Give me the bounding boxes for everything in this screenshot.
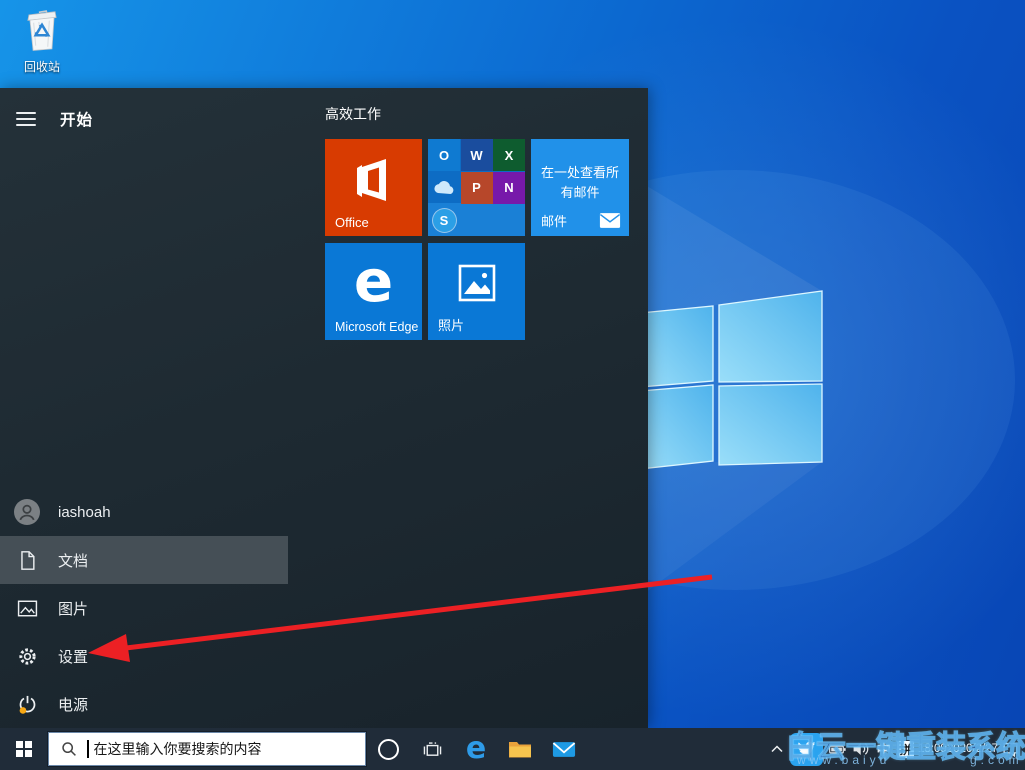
battery-icon — [828, 745, 846, 753]
task-view-icon — [423, 741, 441, 756]
recycle-bin-icon — [27, 10, 57, 51]
tile-photos-label: 照片 — [438, 318, 465, 333]
edge-icon: e — [465, 731, 487, 766]
windows-logo-icon — [16, 741, 32, 757]
start-menu-header: 开始 — [16, 108, 93, 130]
cortana-icon — [377, 738, 399, 760]
sidebar-power-label: 电源 — [58, 696, 89, 714]
outlook-icon: O — [428, 139, 460, 171]
notification-icon — [1003, 742, 1018, 757]
skype-icon: S — [428, 204, 460, 237]
start-menu-title: 开始 — [60, 112, 94, 129]
taskbar: e — [0, 728, 1025, 770]
clock-date: 2020/2/27 — [946, 742, 998, 755]
user-avatar — [14, 499, 40, 525]
screen: 回收站 开始 高效工作 Office O W X P N S 在一处查看所有邮件… — [0, 0, 1025, 770]
gear-icon — [14, 646, 40, 667]
sidebar-item-user[interactable]: iashoah — [0, 488, 288, 536]
action-center-button[interactable] — [1002, 741, 1019, 758]
text-caret — [87, 740, 89, 758]
sidebar-user-label: iashoah — [58, 503, 111, 521]
mail-tile-headline: 在一处查看所有邮件 — [540, 165, 619, 200]
recycle-bin-label: 回收站 — [23, 60, 60, 74]
sidebar-item-settings[interactable]: 设置 — [0, 632, 288, 680]
tile-group-title: 高效工作 — [325, 106, 381, 122]
task-view-button[interactable] — [410, 728, 454, 770]
speaker-icon — [853, 743, 868, 755]
tile-office-apps-folder[interactable]: O W X P N S — [428, 139, 525, 236]
hamburger-menu-icon[interactable] — [16, 112, 36, 126]
sidebar-pictures-label: 图片 — [58, 600, 89, 618]
tile-office[interactable]: Office — [325, 139, 422, 236]
tray-ime-language[interactable]: 中 — [877, 739, 892, 760]
power-icon — [14, 694, 40, 715]
edge-taskbar-button[interactable]: e — [454, 728, 498, 770]
folder-icon — [509, 742, 531, 758]
document-icon — [14, 550, 40, 571]
office-apps-grid: O W X P N S — [428, 139, 525, 236]
office-icon — [357, 159, 386, 201]
chevron-up-icon — [770, 745, 783, 753]
onenote-icon: N — [493, 171, 525, 204]
tile-mail-label: 邮件 — [541, 214, 568, 229]
sidebar-item-pictures[interactable]: 图片 — [0, 584, 288, 632]
start-menu-sidebar: iashoah 文档 图片 设置 电源 — [0, 488, 288, 728]
tray-volume[interactable] — [852, 741, 871, 757]
system-tray: 中 拼 18:09 2020/2/27 — [770, 732, 1025, 766]
sidebar-item-documents[interactable]: 文档 — [0, 536, 288, 584]
start-button[interactable] — [0, 728, 48, 770]
tile-office-label: Office — [335, 215, 369, 230]
tray-clock[interactable]: 18:09 2020/2/27 — [918, 742, 998, 756]
sidebar-settings-label: 设置 — [58, 648, 89, 666]
mail-envelope-icon — [599, 213, 621, 228]
tray-chevron-up[interactable] — [770, 744, 784, 754]
tray-ime-mode[interactable]: 拼 — [897, 740, 914, 758]
tile-edge-label: Microsoft Edge — [335, 320, 419, 334]
taskbar-search[interactable] — [48, 732, 366, 766]
search-icon — [62, 742, 76, 756]
photos-icon — [458, 264, 496, 302]
edge-icon: e — [353, 247, 394, 315]
tile-photos[interactable]: 照片 — [428, 243, 525, 340]
recycle-bin[interactable]: 回收站 — [8, 6, 76, 75]
mail-icon — [552, 741, 576, 757]
tile-mail[interactable]: 在一处查看所有邮件 邮件 — [531, 139, 629, 236]
tray-battery[interactable] — [828, 745, 846, 754]
mail-taskbar-button[interactable] — [542, 728, 586, 770]
tile-microsoft-edge[interactable]: e Microsoft Edge — [325, 243, 422, 340]
sidebar-item-power[interactable]: 电源 — [0, 680, 288, 728]
excel-icon: X — [493, 139, 525, 171]
powerpoint-icon: P — [460, 171, 493, 204]
start-menu: 开始 高效工作 Office O W X P N S 在一处查看所有邮件 邮件 … — [0, 88, 648, 728]
clock-time: 18:09 — [918, 742, 947, 755]
tray-twitter[interactable] — [789, 732, 823, 766]
cortana-button[interactable] — [366, 728, 410, 770]
search-input[interactable] — [91, 740, 357, 758]
word-icon: W — [460, 139, 493, 171]
twitter-bird-icon — [796, 741, 815, 757]
file-explorer-button[interactable] — [498, 728, 542, 770]
pictures-icon — [14, 600, 40, 617]
sidebar-documents-label: 文档 — [58, 552, 89, 570]
onedrive-icon — [428, 172, 460, 204]
